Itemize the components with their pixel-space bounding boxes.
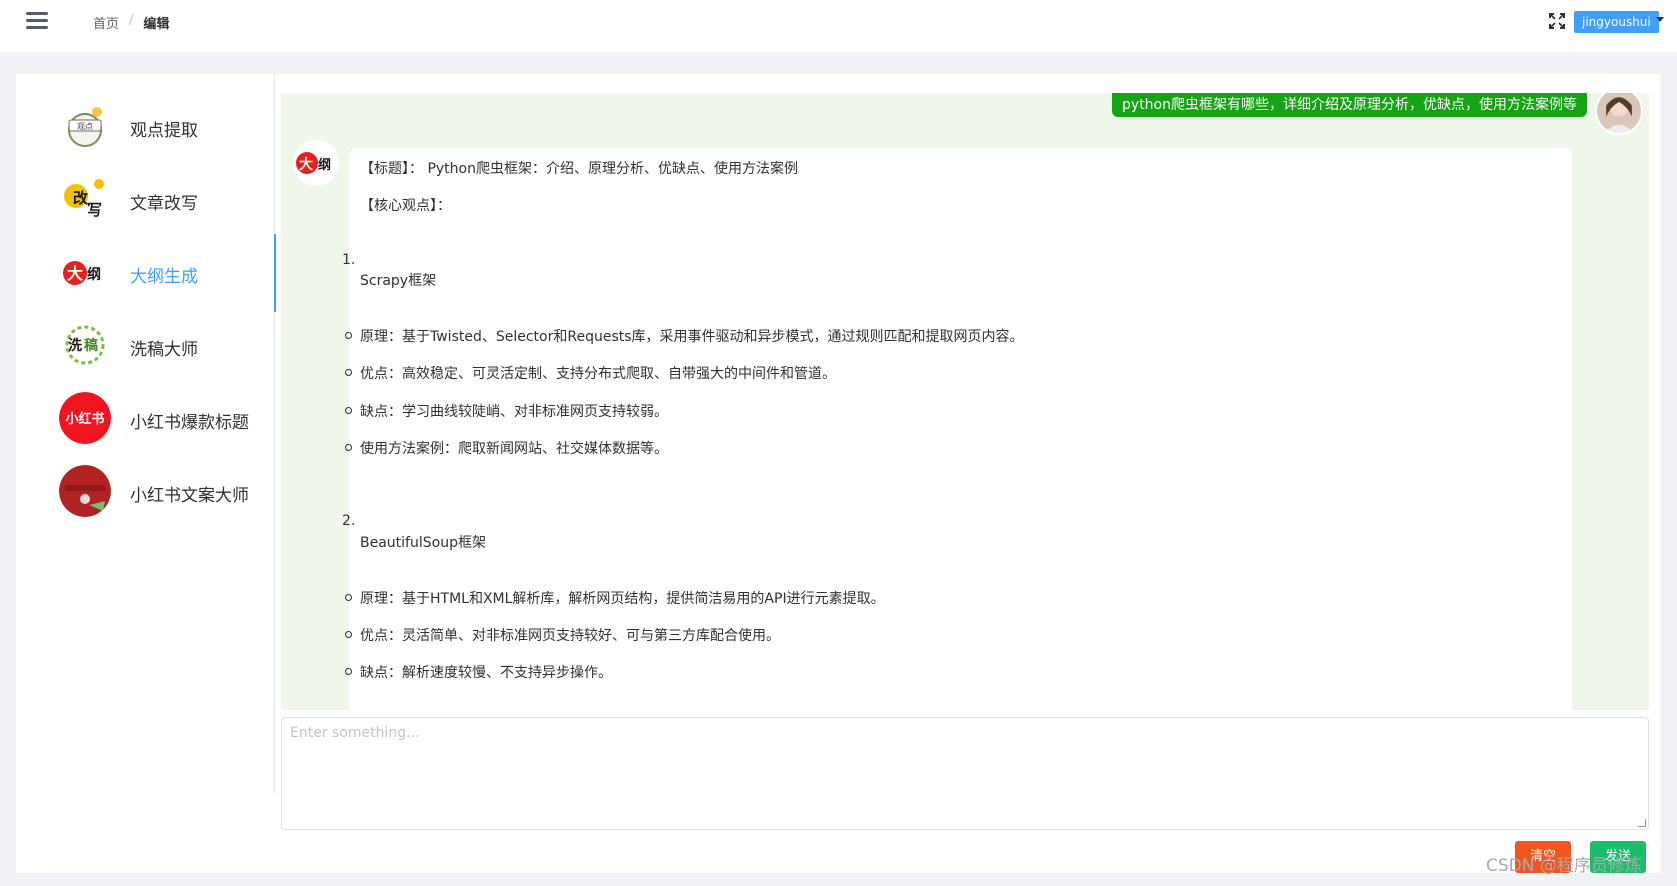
sidebar-item-label: 大纲生成 — [130, 267, 198, 287]
tool-sidebar: 观点 观点提取 改 写 文章改写 大 纲 大纲生成 洗 稿 洗稿大师 小红书 小… — [16, 74, 276, 794]
svg-text:写: 写 — [87, 201, 102, 219]
user-avatar — [1595, 93, 1643, 135]
svg-text:观点: 观点 — [77, 122, 93, 131]
sidebar-item-rewrite[interactable]: 改 写 文章改写 — [16, 169, 275, 231]
list-item: 原理：基于HTML和XML解析库，解析网页结构，提供简洁易用的API进行元素提取… — [345, 588, 885, 608]
user-menu-button[interactable]: jingyoushui — [1574, 11, 1659, 33]
bot-core-heading: 【核心观点】： — [360, 198, 451, 214]
viewpoint-icon: 观点 — [60, 101, 110, 151]
section-number: 2. — [342, 513, 356, 529]
sidebar-item-label: 文章改写 — [130, 194, 198, 214]
chat-area: python爬虫框架有哪些，详细介绍及原理分析，优缺点，使用方法案例等 大 纲 … — [281, 93, 1649, 710]
watermark: CSDN @程序员修炼 — [1486, 856, 1642, 876]
menu-toggle-icon[interactable] — [26, 12, 48, 30]
sidebar-item-xiaohongshu-copy[interactable]: 小红书文案大师 — [16, 461, 275, 523]
list-item: 原理：基于Twisted、Selector和Requests库，采用事件驱动和异… — [345, 326, 1024, 346]
bot-avatar: 大 纲 — [293, 140, 339, 186]
sidebar-item-xiaohongshu-title[interactable]: 小红书 小红书爆款标题 — [16, 388, 275, 450]
fullscreen-icon[interactable] — [1549, 13, 1565, 29]
section-name: Scrapy框架 — [360, 273, 437, 289]
rewrite-icon: 改 写 — [60, 174, 110, 224]
list-item: 缺点：学习曲线较陡峭、对非标准网页支持较弱。 — [345, 401, 668, 421]
list-item: 使用方法案例：爬取新闻网站、社交媒体数据等。 — [345, 438, 668, 458]
copywriter-icon — [59, 465, 111, 517]
breadcrumb-separator: / — [129, 13, 134, 28]
sidebar-item-outline[interactable]: 大 纲 大纲生成 — [16, 234, 276, 312]
resize-handle[interactable] — [1638, 819, 1646, 827]
sidebar-item-label: 小红书文案大师 — [130, 486, 249, 506]
section-name: BeautifulSoup框架 — [360, 535, 486, 551]
input-placeholder: Enter something... — [290, 725, 420, 741]
svg-text:小红书: 小红书 — [65, 411, 104, 427]
user-message-bubble: python爬虫框架有哪些，详细介绍及原理分析，优缺点，使用方法案例等 — [1112, 93, 1587, 117]
svg-text:大: 大 — [67, 264, 83, 283]
xiaohongshu-icon: 小红书 — [59, 392, 111, 444]
sidebar-item-wash[interactable]: 洗 稿 洗稿大师 — [16, 315, 275, 377]
chevron-down-icon[interactable] — [1656, 17, 1664, 22]
list-item: 缺点：解析速度较慢、不支持异步操作。 — [345, 662, 612, 682]
svg-text:洗: 洗 — [68, 337, 82, 354]
bot-title: 【标题】： Python爬虫框架：介绍、原理分析、优缺点、使用方法案例 — [360, 161, 798, 177]
section-number: 1. — [342, 252, 356, 268]
bot-message-bubble: 【标题】： Python爬虫框架：介绍、原理分析、优缺点、使用方法案例 【核心观… — [342, 148, 1572, 710]
sidebar-item-label: 小红书爆款标题 — [130, 413, 249, 433]
sidebar-item-label: 观点提取 — [130, 121, 198, 141]
breadcrumb-current: 编辑 — [143, 17, 170, 32]
sidebar-item-viewpoint[interactable]: 观点 观点提取 — [16, 96, 275, 158]
breadcrumb: 首页 / 编辑 — [93, 13, 169, 32]
svg-text:稿: 稿 — [84, 337, 98, 354]
top-bar: 首页 / 编辑 jingyoushui — [0, 0, 1677, 52]
breadcrumb-home[interactable]: 首页 — [93, 13, 119, 32]
list-item: 优点：灵活简单、对非标准网页支持较好、可与第三方库配合使用。 — [345, 625, 780, 645]
outline-icon: 大 纲 — [60, 247, 110, 297]
svg-text:大: 大 — [299, 156, 313, 173]
svg-text:纲: 纲 — [318, 157, 331, 173]
sidebar-item-label: 洗稿大师 — [130, 340, 198, 360]
list-item: 优点：高效稳定、可灵活定制、支持分布式爬取、自带强大的中间件和管道。 — [345, 363, 836, 383]
wash-icon: 洗 稿 — [60, 320, 110, 370]
message-input[interactable]: Enter something... — [281, 717, 1649, 830]
svg-text:纲: 纲 — [87, 266, 101, 283]
